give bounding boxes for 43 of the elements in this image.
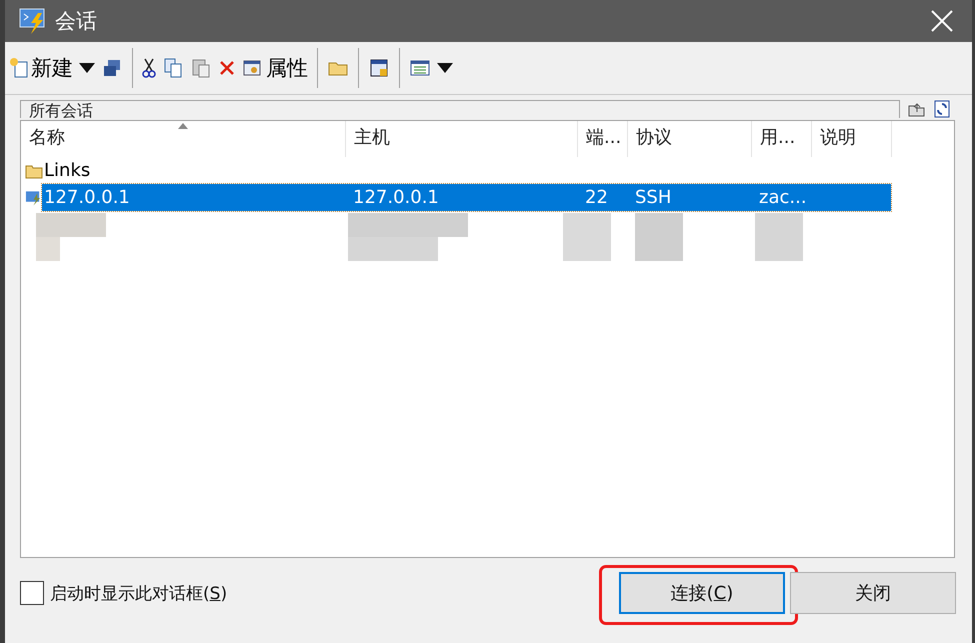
startup-checkbox[interactable]: 启动时显示此对话框(S) bbox=[20, 581, 619, 605]
delete-icon bbox=[218, 59, 236, 77]
session-name: Links bbox=[44, 160, 90, 181]
delete-button[interactable] bbox=[218, 59, 236, 77]
folder-icon bbox=[25, 162, 43, 178]
column-header[interactable]: 端... bbox=[578, 121, 628, 157]
close-button[interactable]: 关闭 bbox=[790, 572, 956, 614]
cut-icon bbox=[142, 57, 156, 79]
windows-icon bbox=[101, 57, 123, 79]
cut-button[interactable] bbox=[142, 57, 156, 79]
shortcut-button[interactable] bbox=[368, 57, 390, 79]
new-button[interactable]: 新建 bbox=[9, 54, 73, 82]
column-header[interactable]: 说明 bbox=[812, 121, 892, 157]
copy-icon bbox=[162, 57, 184, 79]
caret-icon bbox=[79, 63, 95, 73]
table-cell-text: 127.0.0.1 bbox=[43, 187, 131, 208]
column-header[interactable]: 协议 bbox=[628, 121, 752, 157]
folder-path: 所有会话 bbox=[20, 100, 900, 118]
connect-button[interactable]: 连接(C) bbox=[619, 572, 785, 614]
list-row[interactable]: Links bbox=[21, 157, 954, 184]
app-icon bbox=[19, 7, 47, 35]
refresh-icon[interactable] bbox=[934, 100, 950, 118]
table-cell-text: zac... bbox=[758, 187, 808, 208]
caret-icon bbox=[437, 63, 453, 73]
copy-button[interactable] bbox=[162, 57, 184, 79]
paste-button[interactable] bbox=[190, 57, 212, 79]
paste-icon bbox=[190, 57, 212, 79]
column-header[interactable]: 名称 bbox=[21, 121, 346, 157]
new-file-icon bbox=[9, 57, 29, 79]
dropdown-button[interactable] bbox=[437, 63, 453, 73]
table-cell-text: 127.0.0.1 bbox=[352, 187, 440, 208]
table-cell-text: 22 bbox=[584, 187, 609, 208]
clone-button[interactable] bbox=[101, 57, 123, 79]
session-icon bbox=[25, 188, 42, 206]
table-cell-text: SSH bbox=[634, 187, 672, 208]
column-header[interactable]: 主机 bbox=[346, 121, 578, 157]
properties-button[interactable]: 属性 bbox=[242, 54, 308, 82]
lock-window-icon bbox=[368, 57, 390, 79]
column-header[interactable]: 用... bbox=[752, 121, 812, 157]
window-title: 会话 bbox=[55, 8, 98, 35]
dropdown-button[interactable] bbox=[79, 63, 95, 73]
session-row[interactable]: 127.0.0.1 127.0.0.1 22 SSH zac... bbox=[42, 184, 891, 211]
sort-icon bbox=[178, 123, 188, 129]
